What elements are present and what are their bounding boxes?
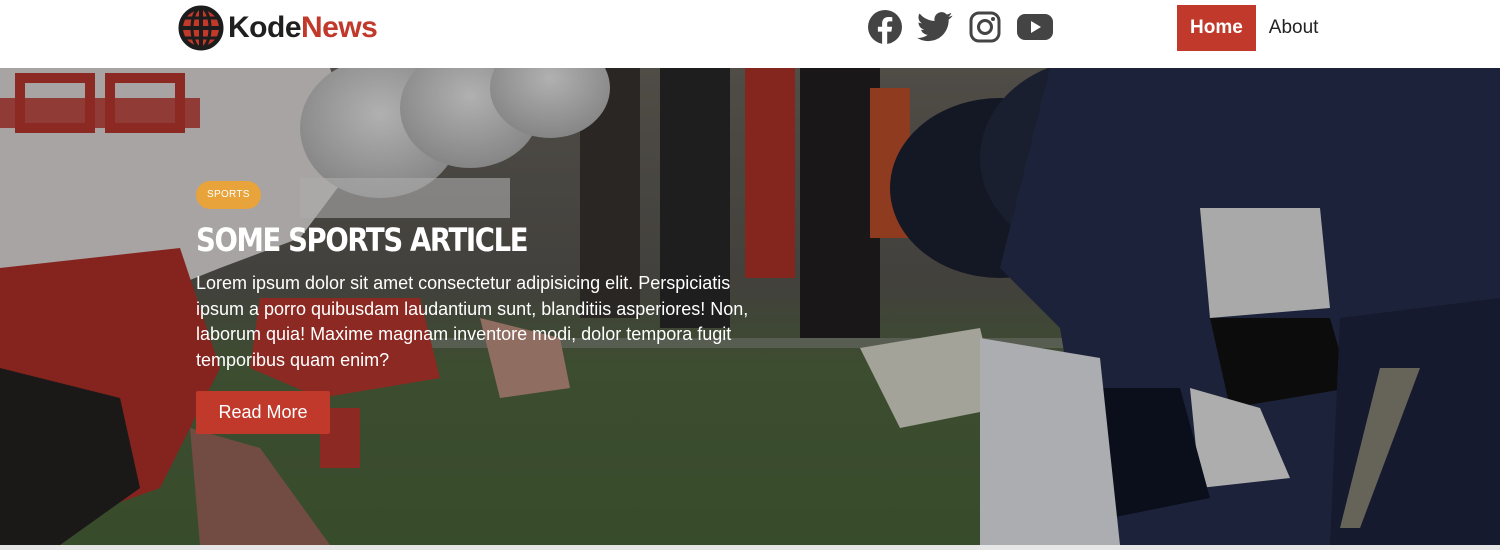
nav-about[interactable]: About bbox=[1256, 5, 1331, 51]
hero-banner: Sports Some Sports Article Lorem ipsum d… bbox=[0, 68, 1500, 545]
page-divider bbox=[0, 545, 1500, 550]
article-title[interactable]: Some Sports Article bbox=[196, 218, 529, 262]
site-logo[interactable]: KodeNews bbox=[178, 5, 378, 51]
logo-text-kode: Kode bbox=[228, 11, 302, 44]
read-more-button[interactable]: Read More bbox=[196, 391, 330, 434]
site-header: KodeNews Home About bbox=[0, 0, 1500, 68]
article-excerpt: Lorem ipsum dolor sit amet consectetur a… bbox=[196, 273, 749, 370]
main-nav: Home About bbox=[1177, 5, 1330, 51]
category-badge[interactable]: Sports bbox=[196, 181, 261, 209]
facebook-icon[interactable] bbox=[866, 8, 904, 46]
nav-home[interactable]: Home bbox=[1177, 5, 1256, 51]
social-links bbox=[866, 8, 1054, 46]
logo-text: KodeNews bbox=[228, 5, 378, 51]
globe-logo-icon bbox=[178, 5, 224, 51]
youtube-icon[interactable] bbox=[1016, 8, 1054, 46]
instagram-icon[interactable] bbox=[966, 8, 1004, 46]
logo-text-news: News bbox=[301, 11, 378, 44]
twitter-icon[interactable] bbox=[916, 8, 954, 46]
